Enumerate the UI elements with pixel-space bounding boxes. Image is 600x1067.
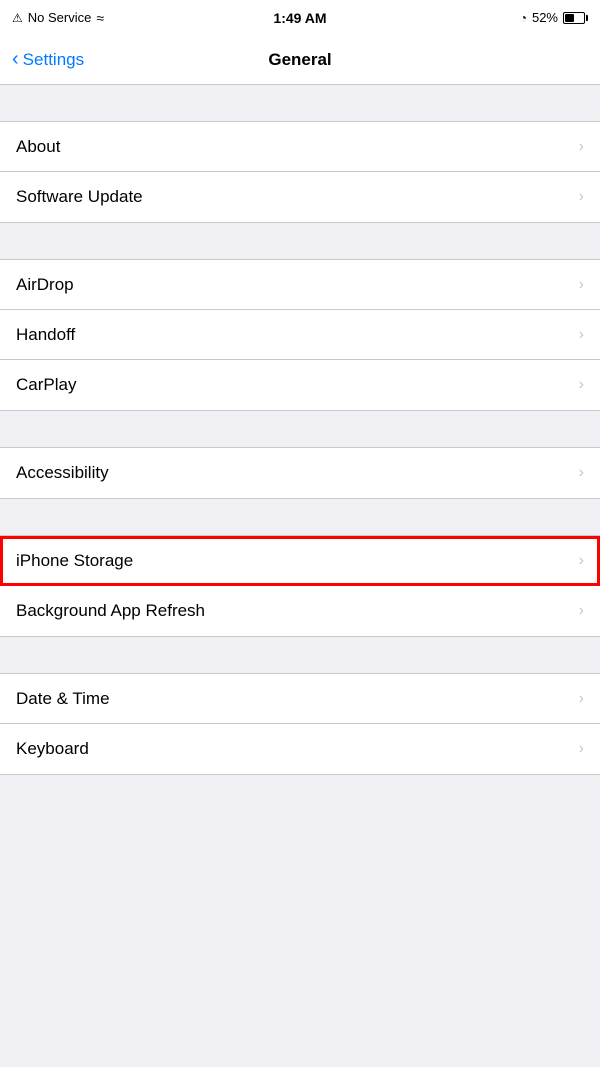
handoff-label: Handoff (16, 325, 75, 345)
section-gap-bottom (0, 775, 600, 811)
section-gap-top (0, 85, 600, 121)
signal-warning-icon: ⚠ (12, 11, 23, 25)
row-carplay[interactable]: CarPlay › (0, 360, 600, 410)
handoff-chevron-icon: › (579, 326, 584, 344)
about-chevron-icon: › (579, 138, 584, 156)
status-time: 1:49 AM (273, 10, 326, 26)
group-3: Accessibility › (0, 447, 600, 499)
status-right: ◔ 52% (520, 10, 588, 25)
software-update-chevron-icon: › (579, 188, 584, 206)
battery-icon (563, 12, 588, 24)
row-iphone-storage[interactable]: iPhone Storage › (0, 536, 600, 586)
section-gap-4 (0, 499, 600, 535)
section-gap-3 (0, 411, 600, 447)
carplay-label: CarPlay (16, 375, 76, 395)
airdrop-chevron-icon: › (579, 276, 584, 294)
lock-icon: ◔ (520, 11, 527, 25)
accessibility-chevron-icon: › (579, 464, 584, 482)
section-gap-5 (0, 637, 600, 673)
wifi-icon: ≈ (96, 10, 104, 26)
iphone-storage-chevron-icon: › (579, 552, 584, 570)
carplay-chevron-icon: › (579, 376, 584, 394)
software-update-label: Software Update (16, 187, 143, 207)
accessibility-label: Accessibility (16, 463, 109, 483)
iphone-storage-label: iPhone Storage (16, 551, 133, 571)
row-keyboard[interactable]: Keyboard › (0, 724, 600, 774)
group-2: AirDrop › Handoff › CarPlay › (0, 259, 600, 411)
row-software-update[interactable]: Software Update › (0, 172, 600, 222)
page-title: General (268, 50, 331, 70)
row-airdrop[interactable]: AirDrop › (0, 260, 600, 310)
section-gap-2 (0, 223, 600, 259)
group-5: Date & Time › Keyboard › (0, 673, 600, 775)
battery-percent: 52% (532, 10, 558, 25)
group-1: About › Software Update › (0, 121, 600, 223)
row-accessibility[interactable]: Accessibility › (0, 448, 600, 498)
keyboard-label: Keyboard (16, 739, 89, 759)
back-chevron-icon: ‹ (12, 49, 19, 69)
background-app-refresh-chevron-icon: › (579, 602, 584, 620)
no-service-label: No Service (28, 10, 92, 25)
row-date-time[interactable]: Date & Time › (0, 674, 600, 724)
back-label: Settings (23, 50, 84, 70)
status-bar: ⚠ No Service ≈ 1:49 AM ◔ 52% (0, 0, 600, 35)
row-about[interactable]: About › (0, 122, 600, 172)
airdrop-label: AirDrop (16, 275, 74, 295)
content: About › Software Update › AirDrop › Hand… (0, 85, 600, 811)
background-app-refresh-label: Background App Refresh (16, 601, 205, 621)
about-label: About (16, 137, 60, 157)
back-button[interactable]: ‹ Settings (12, 50, 84, 70)
keyboard-chevron-icon: › (579, 740, 584, 758)
row-handoff[interactable]: Handoff › (0, 310, 600, 360)
date-time-label: Date & Time (16, 689, 110, 709)
date-time-chevron-icon: › (579, 690, 584, 708)
status-left: ⚠ No Service ≈ (12, 10, 104, 26)
nav-bar: ‹ Settings General (0, 35, 600, 85)
group-4: iPhone Storage › Background App Refresh … (0, 535, 600, 637)
row-background-app-refresh[interactable]: Background App Refresh › (0, 586, 600, 636)
